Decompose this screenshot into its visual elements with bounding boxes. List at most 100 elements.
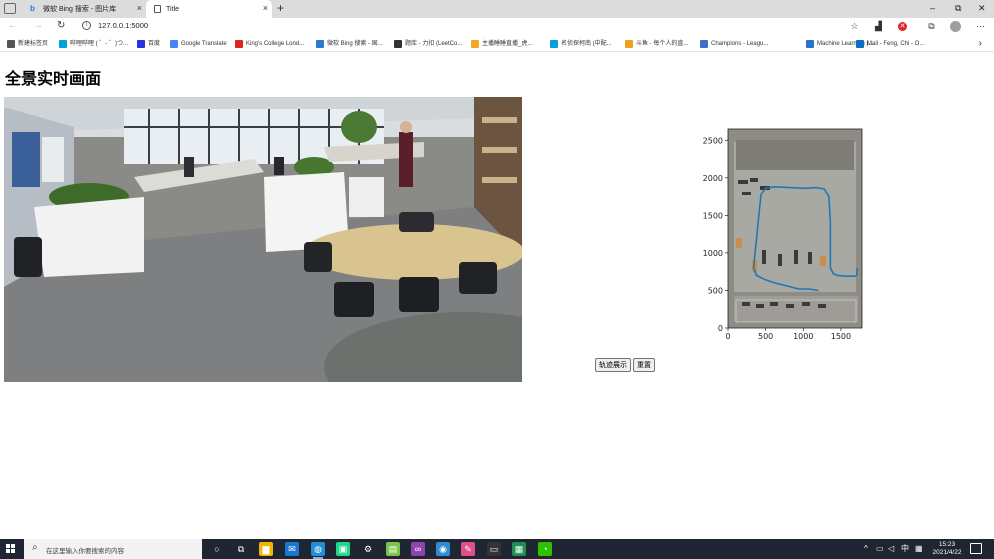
browser-window: b 微软 Bing 搜索 - 图片库 × Title × + – ⧉ ✕ ← →… [0,0,994,559]
wechat-icon[interactable]: ◔ [538,542,552,556]
bookmark-item[interactable]: Champions - Leagu... [700,39,768,49]
bookmark-item[interactable]: Mail - Feng, Chi - O... [856,39,924,49]
tab-title-page[interactable]: Title × [146,0,272,18]
camera-feed-image [4,97,522,382]
bookmark-item[interactable]: 题库 - 力扣 (LeetCo... [394,39,462,49]
notification-icon[interactable] [970,543,982,554]
refresh-icon[interactable]: ↻ [57,20,65,32]
excel-icon[interactable]: ▦ [512,542,526,556]
close-tab-icon[interactable]: × [263,4,268,13]
x-tick-label: 1000 [793,332,813,341]
bookmark-label: 微软 Bing 搜索 - 国... [327,41,383,47]
restore-button[interactable]: ⧉ [955,2,961,14]
edge-icon[interactable]: ◍ [311,542,325,559]
bookmark-label: Google Translate [181,41,227,47]
y-tick-label: 2500 [703,136,723,145]
bookmark-label: 哔哩哔哩 ( ゜- ゜)つ... [70,41,128,47]
menu-icon[interactable]: ⋯ [975,21,986,32]
windows-start-icon[interactable] [6,544,16,554]
site-info-icon[interactable]: i [82,21,91,30]
bookmark-label: 新建标签页 [18,41,49,47]
mail-icon[interactable]: ✉ [285,542,299,556]
adblock-icon[interactable]: ✕ [898,22,907,31]
collections-icon[interactable]: ⧉ [926,21,937,32]
forward-icon[interactable]: → [33,20,43,32]
bookmark-item[interactable]: Google Translate [170,39,227,49]
reset-button[interactable]: 重置 [633,358,655,372]
bookmark-label: King's College Lond... [246,41,305,47]
photos-icon[interactable]: ◉ [436,542,450,556]
trajectory-button[interactable]: 轨迹展示 [595,358,631,372]
notepad-icon[interactable]: ▤ [386,542,400,556]
pycharm-icon[interactable]: ▣ [336,542,350,556]
bookmark-item[interactable]: 名侦探柯南 (中配... [550,39,612,49]
y-tick-label: 1000 [703,249,723,258]
bookmark-label: 题库 - 力扣 (LeetCo... [405,41,463,47]
bookmark-item[interactable]: 微软 Bing 搜索 - 国... [316,39,383,49]
network-icon[interactable]: ▭ [876,543,884,555]
huya-icon [471,40,479,48]
lol-icon [700,40,708,48]
tab-title: 微软 Bing 搜索 - 图片库 [43,6,117,13]
taskbar-search[interactable]: ⌕ 在这里输入你要搜索的内容 [24,539,202,559]
system-clock[interactable]: 15:23 2021/4/22 [928,541,966,557]
search-placeholder: 在这里输入你要搜索的内容 [46,548,124,555]
bing-icon [316,40,324,48]
tab-strip: b 微软 Bing 搜索 - 图片库 × Title × + – ⧉ ✕ [0,0,994,18]
bookmark-label: Champions - Leagu... [711,41,769,47]
x-tick-label: 500 [758,332,773,341]
address-field[interactable]: 127.0.0.1:5000 [98,21,148,30]
bookmark-item[interactable]: King's College Lond... [235,39,304,49]
terminal-icon[interactable]: ▭ [487,542,501,556]
search-icon: ⌕ [32,542,38,553]
bookmarks-more-icon[interactable]: › [979,38,982,49]
clock-date: 2021/4/22 [932,549,962,556]
extension-icon[interactable]: ▟ [873,21,884,32]
tab-title: Title [166,5,179,13]
bilibili-icon [59,40,67,48]
douyu-icon [625,40,633,48]
bing-icon: b [30,4,35,13]
paint-icon[interactable]: ✎ [461,542,475,556]
page-icon [154,5,161,13]
visual-studio-icon[interactable]: ∞ [411,542,425,556]
tray-chevron-icon[interactable]: ^ [864,543,868,555]
bookmark-label: Mail - Feng, Chi - O... [867,41,925,47]
new-tab-button[interactable]: + [277,2,284,14]
bookmark-item[interactable]: 斗鱼 - 每个人的直... [625,39,688,49]
file-explorer-icon[interactable]: ▆ [259,542,273,556]
bookmarks-bar: 新建标签页 哔哩哔哩 ( ゜- ゜)つ... 百度 Google Translate K… [0,36,994,52]
bookmark-item[interactable]: 百度 [137,39,160,49]
cortana-icon[interactable]: ○ [210,542,224,556]
bookmark-label: 主播睡睡直播_虎... [482,41,533,47]
close-window-button[interactable]: ✕ [978,2,986,14]
favorite-star-icon[interactable]: ☆ [849,21,860,32]
keyboard-icon[interactable]: ▦ [915,543,923,555]
close-tab-icon[interactable]: × [137,4,142,13]
x-tick-label: 0 [725,332,730,341]
task-view-icon[interactable]: ⧉ [234,542,248,556]
coursera-icon [806,40,814,48]
bookmark-item[interactable]: 哔哩哔哩 ( ゜- ゜)つ... [59,39,128,49]
tab-actions-icon[interactable] [4,3,16,14]
office-scene [4,97,522,382]
bookmark-item[interactable]: 主播睡睡直播_虎... [471,39,532,49]
bookmark-item[interactable]: 新建标签页 [7,39,48,49]
tab-bing[interactable]: b 微软 Bing 搜索 - 图片库 × [22,0,146,18]
y-tick-label: 2000 [703,174,723,183]
bookmark-label: 百度 [148,41,161,47]
profile-avatar[interactable] [950,21,961,32]
y-tick-label: 1500 [703,211,723,220]
settings-icon[interactable]: ⚙ [361,542,375,556]
floor-plan-image [727,128,863,329]
minimize-button[interactable]: – [930,2,935,14]
back-icon[interactable]: ← [8,20,18,32]
kcl-icon [235,40,243,48]
volume-icon[interactable]: ◁ [888,543,894,555]
x-tick-label: 1500 [831,332,851,341]
trajectory-plot: 0 500 1000 1500 0 500 1000 1500 2000 2500 [690,120,880,345]
ime-indicator[interactable]: 中 [901,543,909,555]
control-buttons: 轨迹展示 重置 [595,358,655,372]
trajectory-chart: 0 500 1000 1500 0 500 1000 1500 2000 2500 [703,128,863,341]
outlook-icon [856,40,864,48]
